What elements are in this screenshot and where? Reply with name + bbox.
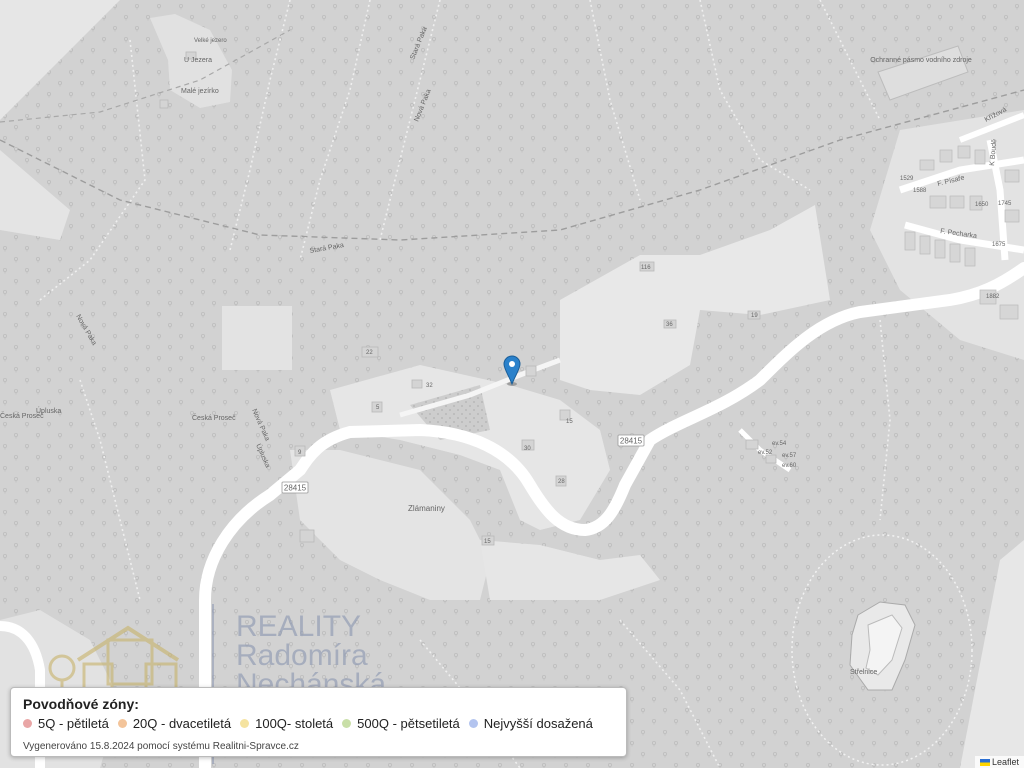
label-jezera: U Jezera <box>184 57 212 64</box>
label-male-jezirko: Malé jezírko <box>181 88 219 95</box>
house-number: 1588 <box>913 188 927 194</box>
house-number: 1882 <box>986 294 1000 300</box>
legend-items: 5Q - pětiletá 20Q - dvacetiletá 100Q- st… <box>23 716 614 731</box>
legend-item-5q: 5Q - pětiletá <box>23 716 109 731</box>
legend-item-max: Nejvyšší dosažená <box>468 716 593 731</box>
legend-label-5q: 5Q - pětiletá <box>38 716 109 731</box>
house-number: 28 <box>558 479 565 485</box>
road-shield-28415-left-text: 28415 <box>284 484 307 493</box>
house-number: 1650 <box>975 202 989 208</box>
map-svg[interactable]: Velké jezero U Jezera Malé jezírko Nová … <box>0 0 1024 768</box>
map-canvas[interactable]: Velké jezero U Jezera Malé jezírko Nová … <box>0 0 1024 768</box>
legend-label-20q: 20Q - dvacetiletá <box>132 716 232 731</box>
house-number: 1745 <box>998 201 1012 207</box>
label-ochranne-pasmo: Ochranné pásmo vodního zdroje <box>870 57 972 64</box>
leaflet-link[interactable]: Leaflet <box>992 757 1019 767</box>
road-shield-28415-right-text: 28415 <box>620 437 643 446</box>
flood-zone-legend: Povodňové zóny: 5Q - pětiletá 20Q - dvac… <box>10 687 627 757</box>
ukraine-flag-icon <box>979 759 990 766</box>
label-ceska-prosec-2: Česká Proseč <box>192 413 236 422</box>
open-field <box>222 306 292 370</box>
label-zlamaniny: Zlámaniny <box>408 504 445 513</box>
house-number: 15 <box>566 419 573 425</box>
legend-dot-5q <box>23 719 32 728</box>
house-number: ev.60 <box>782 463 797 469</box>
house-number: 15 <box>484 539 491 545</box>
house-number: 1529 <box>900 176 914 182</box>
legend-footer: Vygenerováno 15.8.2024 pomocí systému Re… <box>23 741 299 752</box>
legend-dot-100q <box>240 719 250 728</box>
house-number: ev.57 <box>782 453 797 459</box>
legend-item-500q: 500Q - pětsetiletá <box>342 716 460 731</box>
label-strelnice: Střelnice <box>850 669 877 676</box>
legend-title: Povodňové zóny: <box>23 696 139 712</box>
house-number: 30 <box>524 446 531 452</box>
house-number: 36 <box>666 322 673 328</box>
house-number: 1675 <box>992 242 1006 248</box>
house-number: 116 <box>641 265 651 271</box>
label-upluska: Úpluska <box>36 406 61 415</box>
legend-item-20q: 20Q - dvacetiletá <box>117 716 232 731</box>
label-jezera-top: Velké jezero <box>194 38 227 44</box>
legend-dot-max <box>468 719 478 728</box>
legend-dot-500q <box>342 719 352 728</box>
legend-label-max: Nejvyšší dosažená <box>483 716 593 731</box>
house-number: 32 <box>426 383 433 389</box>
house-number: 22 <box>366 350 373 356</box>
house-number: ev.54 <box>772 441 787 447</box>
house-number: 19 <box>751 313 758 319</box>
legend-dot-20q <box>117 719 127 728</box>
legend-label-500q: 500Q - pětsetiletá <box>357 716 460 731</box>
legend-label-100q: 100Q- stoletá <box>255 716 334 731</box>
leaflet-attribution[interactable]: Leaflet <box>974 756 1024 768</box>
legend-item-100q: 100Q- stoletá <box>240 716 333 731</box>
house-number: ev.52 <box>758 450 773 456</box>
